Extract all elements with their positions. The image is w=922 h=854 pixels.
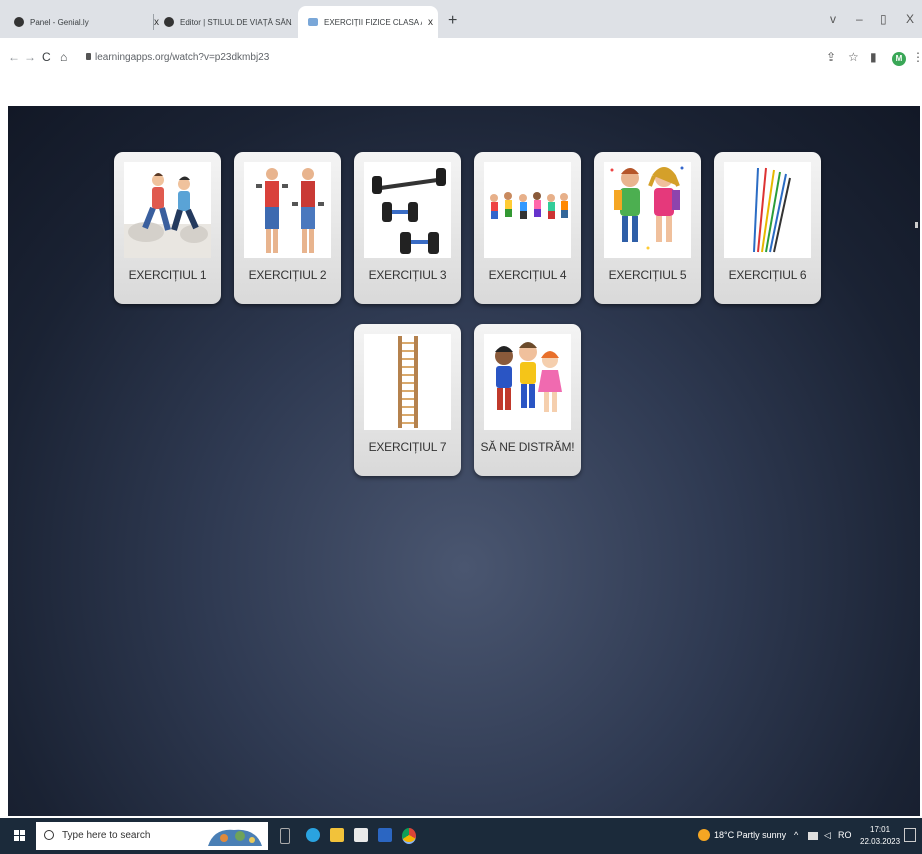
battery-icon[interactable] — [808, 832, 818, 840]
chrome-icon[interactable] — [402, 828, 416, 844]
weather-icon[interactable] — [698, 829, 710, 841]
dumbbell-men-image — [244, 162, 331, 258]
share-icon[interactable]: ⇪ — [826, 50, 836, 64]
card-label: EXERCIȚIUL 2 — [248, 268, 327, 282]
exercise-card-5[interactable]: EXERCIȚIUL 5 — [594, 152, 701, 304]
card-label: SĂ NE DISTRĂM! — [480, 440, 575, 454]
profile-avatar[interactable]: M — [892, 52, 906, 66]
edge-icon[interactable] — [306, 828, 320, 842]
address-bar[interactable]: learningapps.org/watch?v=p23dkmbj23 — [95, 52, 269, 63]
runners-image — [124, 162, 211, 258]
notification-icon[interactable] — [904, 828, 916, 842]
tab-genially-editor[interactable]: Editor | STILUL DE VIAȚĂ SĂNĂT x — [154, 6, 303, 38]
tab-title: Panel - Genial.ly — [30, 17, 89, 27]
store-icon[interactable] — [354, 828, 368, 842]
fun-card[interactable]: SĂ NE DISTRĂM! — [474, 324, 581, 476]
exercise-card-1[interactable]: EXERCIȚIUL 1 — [114, 152, 221, 304]
windows-start-icon[interactable] — [14, 830, 26, 842]
home-button[interactable]: ⌂ — [60, 50, 67, 64]
forward-button[interactable]: → — [24, 50, 36, 64]
tab-title: EXERCIȚII FIZICE CLASA A V-A D — [324, 17, 422, 27]
show-hidden-icons-icon[interactable]: ^ — [794, 830, 798, 840]
exercise-card-2[interactable]: EXERCIȚIUL 2 — [234, 152, 341, 304]
clock-date: 22.03.2023 — [860, 837, 901, 846]
card-label: EXERCIȚIUL 5 — [608, 268, 687, 282]
language-indicator[interactable]: RO — [838, 830, 852, 840]
lock-icon[interactable] — [86, 53, 91, 60]
learningapps-favicon-icon — [308, 18, 318, 26]
bookmark-star-icon[interactable]: ☆ — [848, 50, 859, 64]
browser-tab-strip: Panel - Genial.ly x Editor | STILUL DE V… — [0, 0, 922, 38]
new-tab-button[interactable]: + — [448, 12, 457, 30]
gym-sticks-image — [724, 162, 811, 258]
scroll-indicator — [915, 222, 918, 228]
side-panel-icon[interactable]: ▮ — [870, 50, 877, 64]
learningapps-stage: EXERCIȚIUL 1 EXERCIȚIUL 2 EXERCIȚIUL 3 E… — [8, 106, 920, 816]
maximize-button[interactable]: ▯ — [880, 12, 887, 26]
taskbar-search-box[interactable]: Type here to search — [36, 822, 268, 850]
task-view-icon[interactable] — [280, 828, 290, 844]
volume-icon[interactable]: ◁ — [824, 830, 831, 841]
exercise-card-3[interactable]: EXERCIȚIUL 3 — [354, 152, 461, 304]
search-placeholder: Type here to search — [62, 830, 151, 841]
happy-kids-image — [484, 334, 571, 430]
schoolkids-image — [604, 162, 691, 258]
word-icon[interactable] — [378, 828, 392, 842]
tab-title: Editor | STILUL DE VIAȚĂ SĂNĂT — [180, 17, 292, 27]
search-highlight-image — [208, 829, 262, 846]
windows-taskbar: Type here to search 18°C Partly sunny ^ … — [0, 818, 922, 854]
close-window-button[interactable]: X — [906, 12, 914, 26]
card-label: EXERCIȚIUL 4 — [488, 268, 567, 282]
tab-search-dropdown-icon[interactable]: v — [830, 12, 836, 26]
weather-text[interactable]: 18°C Partly sunny — [714, 830, 786, 840]
back-button[interactable]: ← — [8, 50, 20, 64]
reload-button[interactable]: C — [42, 50, 51, 64]
taskbar-clock[interactable]: 17:01 22.03.2023 — [860, 824, 900, 848]
kids-running-image — [484, 162, 571, 258]
browser-toolbar: ← → C ⌂ learningapps.org/watch?v=p23dkmb… — [0, 38, 922, 80]
card-label: EXERCIȚIUL 3 — [368, 268, 447, 282]
tab-genially-panel[interactable]: Panel - Genial.ly x — [0, 6, 159, 38]
search-icon — [44, 830, 54, 840]
genially-favicon-icon — [14, 17, 24, 27]
close-tab-icon[interactable]: x — [428, 17, 433, 28]
tab-learningapps-active[interactable]: EXERCIȚII FIZICE CLASA A V-A D x — [298, 6, 438, 38]
file-explorer-icon[interactable] — [330, 828, 344, 842]
wall-bars-image — [364, 334, 451, 430]
dumbbells-image — [364, 162, 451, 258]
minimize-button[interactable]: – — [856, 12, 863, 26]
card-label: EXERCIȚIUL 1 — [128, 268, 207, 282]
card-label: EXERCIȚIUL 6 — [728, 268, 807, 282]
clock-time: 17:01 — [870, 825, 891, 834]
browser-menu-icon[interactable]: ⋮ — [912, 50, 922, 64]
genially-favicon-icon — [164, 17, 174, 27]
exercise-card-7[interactable]: EXERCIȚIUL 7 — [354, 324, 461, 476]
card-label: EXERCIȚIUL 7 — [368, 440, 447, 454]
exercise-card-6[interactable]: EXERCIȚIUL 6 — [714, 152, 821, 304]
exercise-card-4[interactable]: EXERCIȚIUL 4 — [474, 152, 581, 304]
